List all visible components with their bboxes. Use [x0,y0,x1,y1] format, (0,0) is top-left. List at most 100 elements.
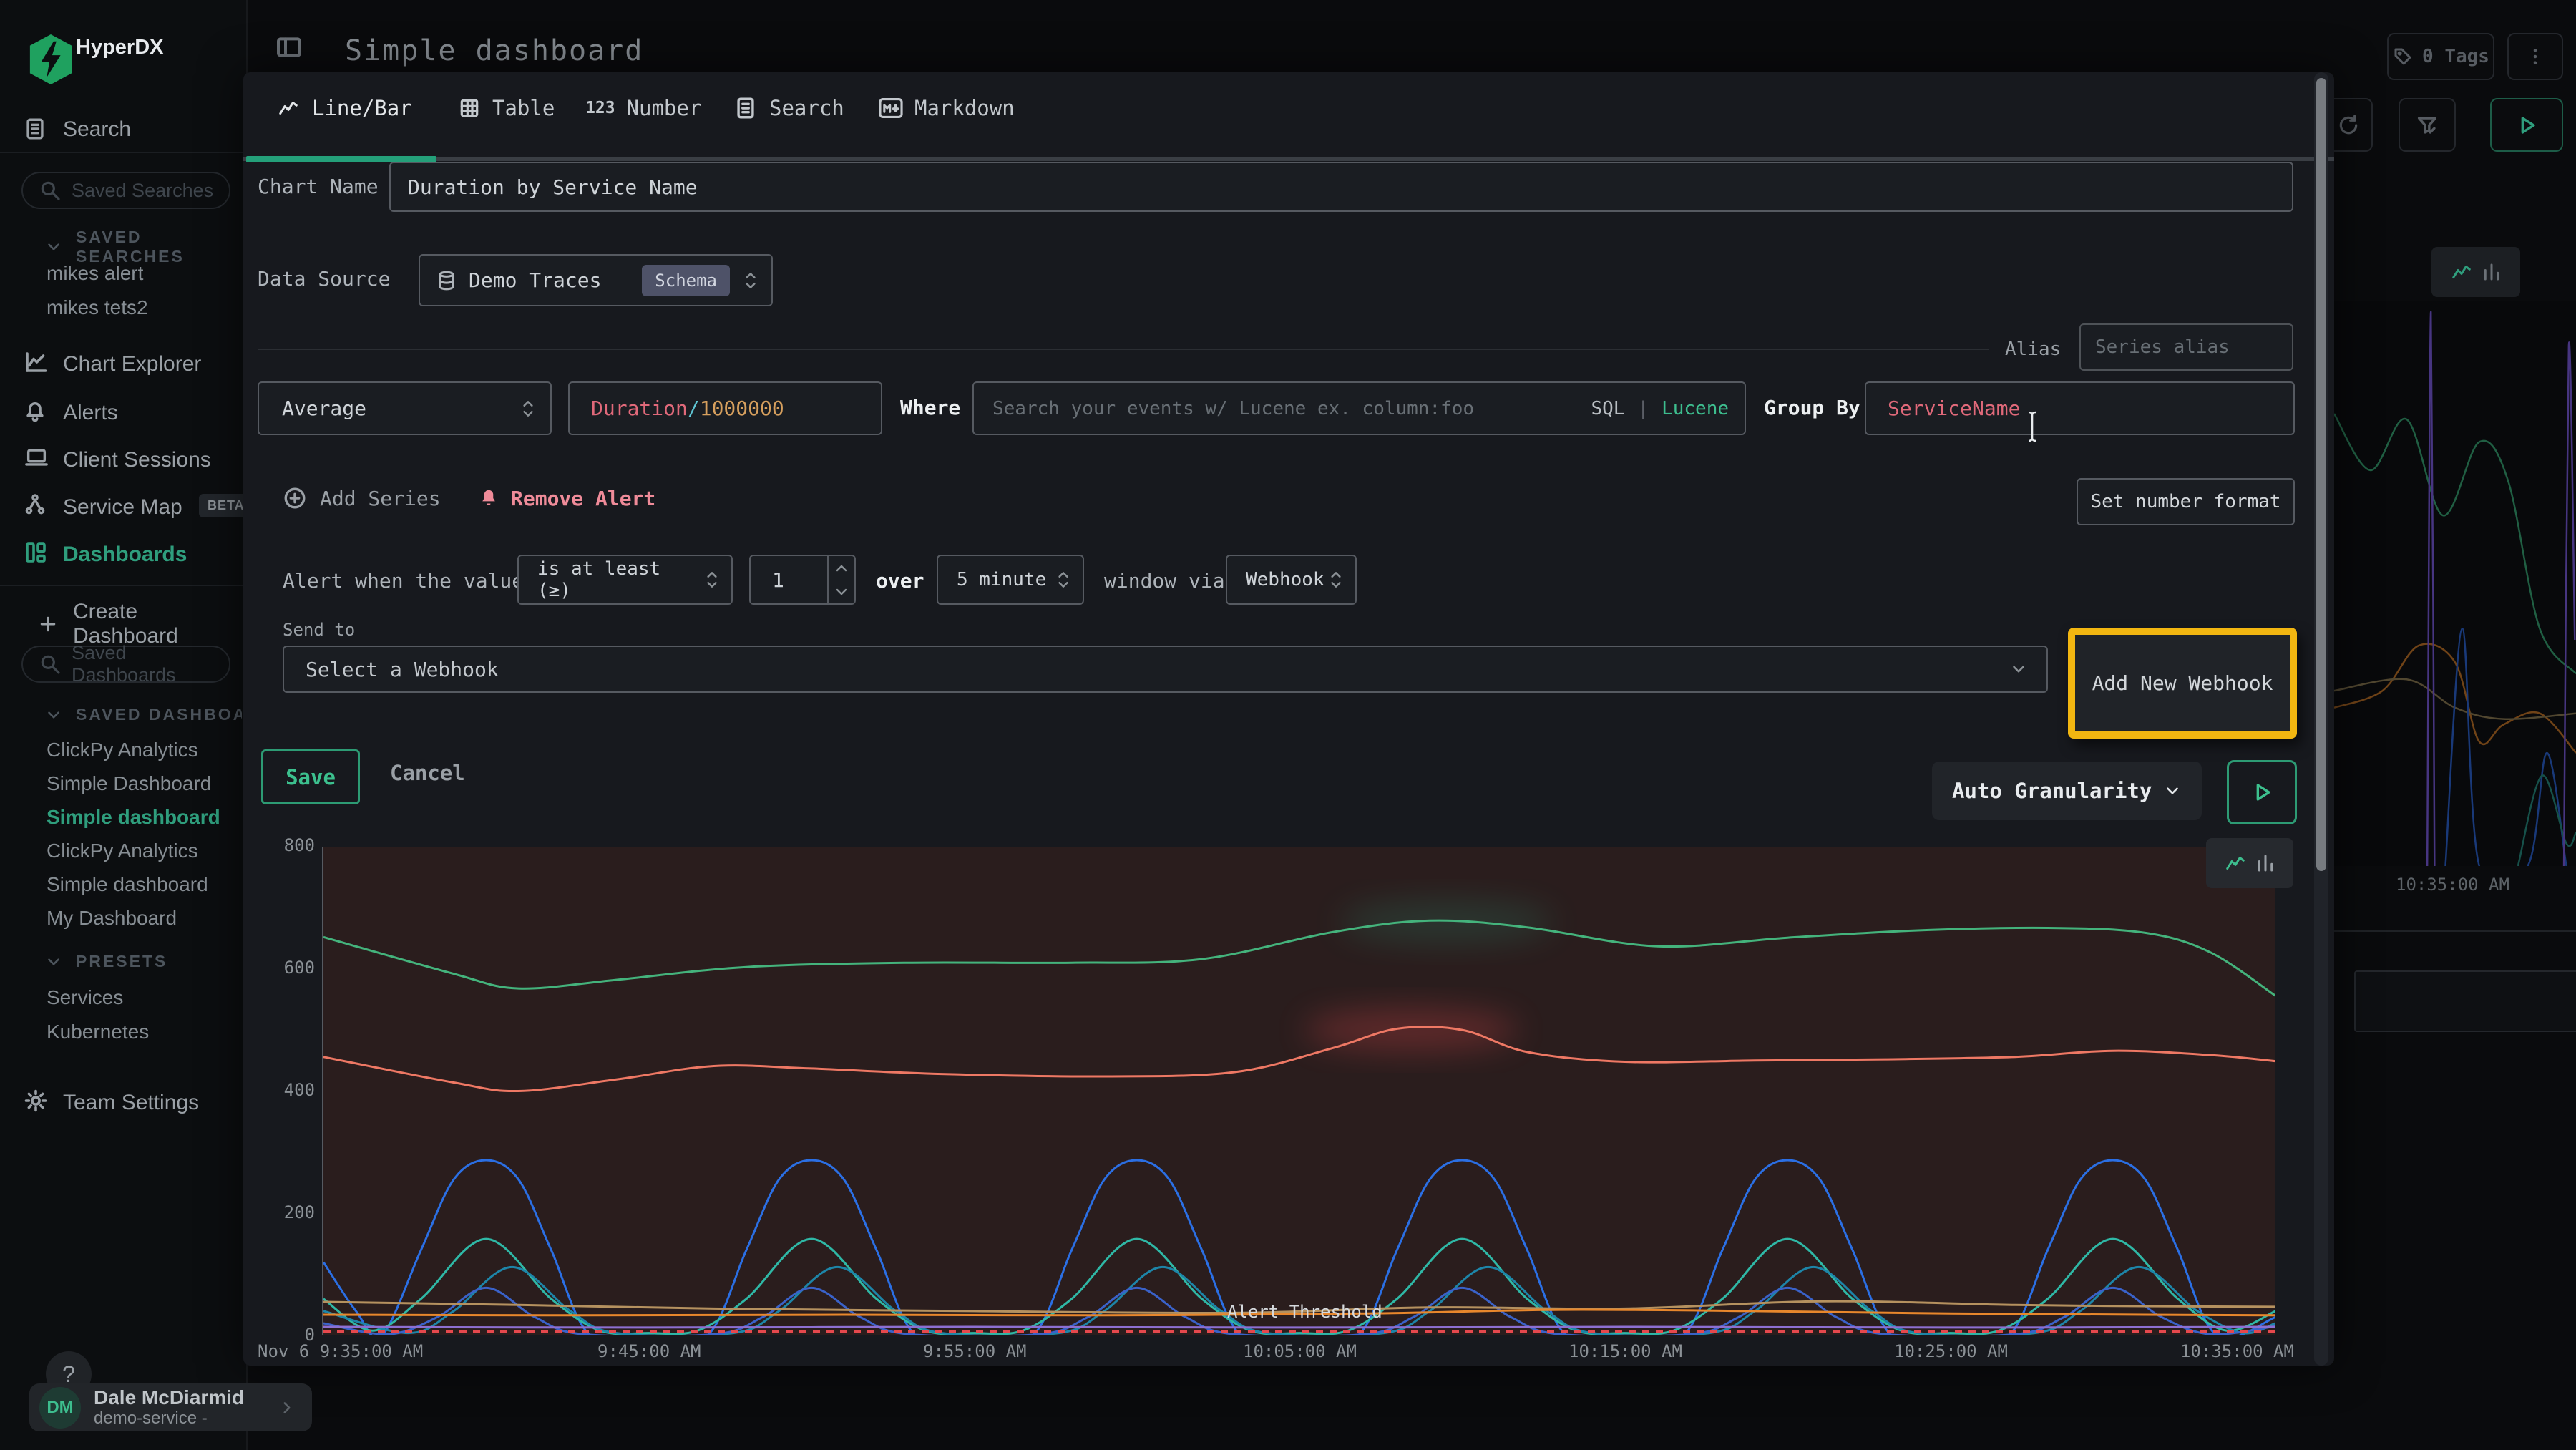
lucene-toggle[interactable]: Lucene [1662,398,1729,419]
modal-scrollbar-thumb[interactable] [2316,78,2326,871]
sidebar-item-team-settings[interactable]: Team Settings [63,1091,199,1115]
saved-dashboard-item[interactable]: Simple Dashboard [47,772,211,795]
alert-value-input[interactable]: 1 [749,555,856,605]
remove-alert-button[interactable]: Remove Alert [478,486,655,510]
bar-chart-icon[interactable] [2255,852,2276,874]
series-separator [258,349,1989,350]
saved-dashboard-item[interactable]: ClickPy Analytics [47,739,198,762]
hyperdx-logo-icon [27,33,74,86]
set-number-format-label: Set number format [2090,491,2280,512]
add-series-button[interactable]: Add Series [283,486,441,510]
kebab-menu-button[interactable] [2507,33,2563,80]
save-button[interactable]: Save [261,749,360,804]
add-new-webhook-button[interactable]: Add New Webhook [2075,635,2290,731]
line-chart-icon[interactable] [2449,261,2474,283]
spinner-down-icon[interactable] [834,587,849,597]
preview-chart-svg[interactable] [323,847,2275,1335]
group-by-value: ServiceName [1888,396,2020,420]
bell-icon [23,398,47,425]
search-nav-icon [23,115,47,143]
sidebar-divider [0,152,246,153]
sidebar-item-service-map[interactable]: Service Map [63,495,182,520]
cancel-button[interactable]: Cancel [390,761,465,785]
alias-label: Alias [2005,339,2061,360]
schema-badge[interactable]: Schema [642,265,730,296]
saved-dashboard-item[interactable]: My Dashboard [47,907,177,930]
line-chart-icon[interactable] [2223,852,2248,874]
sidebar-collapse-icon[interactable] [275,33,303,62]
tab-line-bar[interactable]: Line/Bar [276,90,412,126]
tab-search[interactable]: Search [733,90,844,126]
bg-chart-type-toggle[interactable] [2431,247,2520,297]
chevron-down-icon [44,238,63,256]
filter-button[interactable] [2399,98,2456,152]
number-spinner[interactable] [827,556,854,603]
saved-dashboard-item[interactable]: Simple dashboard [47,873,208,896]
chart-preview: 800 600 400 200 0 Alert Threshold Nov 6 … [258,838,2295,1363]
group-by-label: Group By [1764,396,1860,419]
brand-name[interactable]: HyperDX [76,36,164,59]
data-source-value: Demo Traces [469,268,601,292]
kebab-icon [2524,46,2546,67]
alias-input[interactable]: Series alias [2079,323,2293,371]
saved-searches-header[interactable]: SAVED SEARCHES [44,228,246,266]
preview-chart-type-toggle[interactable] [2206,838,2293,888]
alert-condition-select[interactable]: is at least (≥) [517,555,733,605]
saved-dashboards-input[interactable]: Saved Dashboards [21,646,230,683]
y-tick-label: 600 [258,958,315,978]
saved-search-item[interactable]: mikes tets2 [47,296,148,319]
set-number-format-button[interactable]: Set number format [2077,478,2295,525]
preset-item-services[interactable]: Services [47,986,123,1009]
page-title: Simple dashboard [345,34,643,67]
alert-window-select[interactable]: 5 minute [937,555,1084,605]
modal-overlay-dim [2334,301,2576,866]
where-search-input[interactable]: Search your events w/ Lucene ex. column:… [972,381,1746,435]
saved-searches-placeholder: Saved Searches [72,180,213,202]
saved-searches-input[interactable]: Saved Searches [21,172,230,209]
data-source-select[interactable]: Demo Traces Schema [419,254,773,306]
saved-dashboard-item-active[interactable]: Simple dashboard [47,806,220,829]
aggregation-select[interactable]: Average [258,381,552,435]
granularity-select[interactable]: Auto Granularity [1932,762,2202,820]
saved-dashboard-item[interactable]: ClickPy Analytics [47,840,198,862]
play-icon [2250,780,2274,804]
sidebar-item-chart-explorer[interactable]: Chart Explorer [63,352,201,376]
chevron-updown-icon [1327,569,1345,590]
saved-search-item[interactable]: mikes alert [47,262,143,285]
run-query-button[interactable] [2227,760,2297,824]
tags-button[interactable]: 0 Tags [2387,33,2494,80]
alert-channel-select[interactable]: Webhook [1226,555,1357,605]
chevron-down-icon [2009,660,2028,678]
save-label: Save [286,765,336,789]
tab-number[interactable]: 123 Number [585,90,701,126]
x-tick-label: 10:05:00 AM [1243,1341,1357,1361]
chart-name-input[interactable]: Duration by Service Name [389,162,2293,212]
tab-table[interactable]: Table [458,90,555,126]
x-tick-label: 10:35:00 AM [2180,1341,2294,1361]
add-webhook-highlight: Add New Webhook [2068,628,2297,739]
sidebar-item-client-sessions[interactable]: Client Sessions [63,448,211,472]
live-play-button[interactable] [2490,98,2563,152]
sql-toggle[interactable]: SQL [1591,398,1624,419]
saved-dashboards-header[interactable]: SAVED DASHBOARDS [44,705,242,724]
field-denominator: 1000000 [700,396,784,420]
bg-divider [2334,930,2576,932]
tab-label: Table [492,96,555,120]
create-dashboard-button[interactable]: Create Dashboard [37,600,246,648]
tab-markdown[interactable]: Markdown [879,90,1015,126]
sidebar-item-alerts[interactable]: Alerts [63,401,118,425]
app-root: Simple dashboard 0 Tags 10:35:00 AM Hype… [0,0,2576,1450]
chevron-down-icon [44,953,63,971]
bar-chart-icon[interactable] [2481,261,2502,283]
field-expression-input[interactable]: Duration/1000000 [568,381,882,435]
sidebar-item-search[interactable]: Search [63,117,131,142]
sidebar-item-dashboards[interactable]: Dashboards [63,542,187,567]
chevron-updown-icon [519,398,537,419]
presets-header[interactable]: PRESETS [44,952,167,971]
group-by-input[interactable]: ServiceName [1865,381,2295,435]
saved-dashboards-placeholder: Saved Dashboards [72,642,229,686]
preset-item-kubernetes[interactable]: Kubernetes [47,1021,149,1043]
user-menu[interactable]: DM Dale McDiarmid demo-service - [29,1383,312,1431]
webhook-select[interactable]: Select a Webhook [283,646,2048,693]
spinner-up-icon[interactable] [834,563,849,573]
